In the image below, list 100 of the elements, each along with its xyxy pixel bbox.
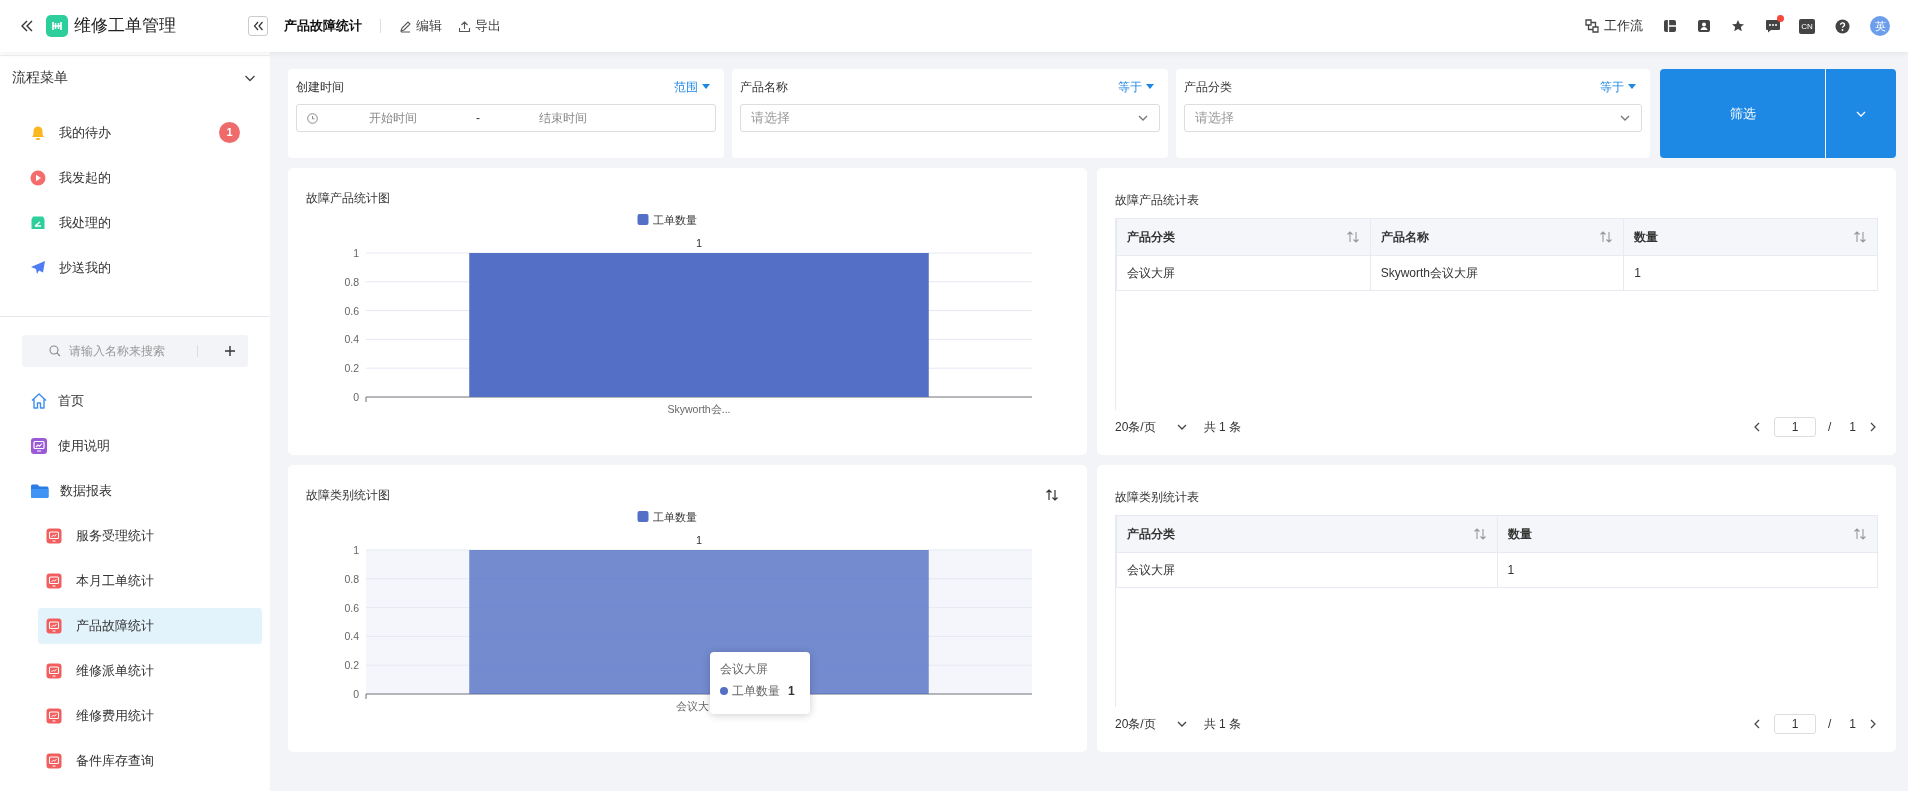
table-title: 故障类别统计表 bbox=[1115, 490, 1199, 504]
bell-icon bbox=[30, 124, 46, 141]
layout-icon bbox=[1663, 19, 1677, 33]
range-separator: - bbox=[475, 110, 481, 127]
legend-dot-icon bbox=[720, 687, 728, 695]
table-cell: 会议大屏 bbox=[1116, 552, 1497, 588]
column-header[interactable]: 产品名称 bbox=[1380, 228, 1429, 246]
axis-tick-label: 1 bbox=[353, 247, 359, 259]
axis-tick-label: 0.4 bbox=[344, 630, 359, 643]
caret-down-icon bbox=[1146, 84, 1154, 90]
message-icon bbox=[1765, 19, 1781, 33]
sort-toggle-button[interactable] bbox=[1045, 487, 1059, 502]
process-menu-title: 流程菜单 bbox=[12, 68, 68, 87]
collapse-sidebar-button[interactable] bbox=[248, 16, 268, 36]
nav-item[interactable]: 维修派单统计 bbox=[38, 652, 262, 689]
star-icon bbox=[1731, 19, 1745, 33]
menu-item[interactable]: 我处理的 bbox=[30, 200, 240, 245]
chart-title: 故障产品统计图 bbox=[306, 189, 390, 207]
filter-label: 产品名称 bbox=[740, 79, 788, 96]
nav-item[interactable]: 本月工单统计 bbox=[38, 562, 262, 599]
caret-down-icon bbox=[1628, 84, 1636, 90]
column-header[interactable]: 数量 bbox=[1507, 525, 1532, 543]
axis-tick-label: 0.8 bbox=[344, 275, 359, 288]
axis-tick-label: 0.6 bbox=[344, 601, 359, 614]
page-input[interactable]: 1 bbox=[1773, 417, 1816, 437]
help-icon bbox=[1835, 18, 1850, 34]
search-input[interactable]: 请输入名称来搜索 bbox=[69, 342, 189, 360]
double-chevron-left-icon bbox=[20, 20, 34, 32]
app-title: 维修工单管理 bbox=[74, 15, 176, 38]
table-cell: 会议大屏 bbox=[1116, 255, 1371, 291]
operator-dropdown[interactable]: 等于 bbox=[1118, 78, 1154, 96]
tooltip-title: 会议大屏 bbox=[720, 661, 769, 678]
tooltip-series: 工单数量 bbox=[732, 683, 780, 700]
menu-item[interactable]: 我的待办 1 bbox=[30, 110, 240, 155]
nav-item[interactable]: 首页 bbox=[0, 378, 240, 423]
axis-tick-label: 0.2 bbox=[344, 659, 359, 672]
column-header[interactable]: 产品分类 bbox=[1127, 228, 1175, 246]
nav-item[interactable]: 使用说明 bbox=[0, 423, 240, 468]
nav-item[interactable]: 备件库存查询 bbox=[38, 742, 262, 779]
page-size-select[interactable]: 20条/页 bbox=[1115, 418, 1194, 436]
monitor-chart-icon bbox=[46, 662, 62, 679]
next-page-button[interactable] bbox=[1868, 422, 1878, 432]
axis-tick-label: 0.6 bbox=[344, 304, 359, 317]
play-icon bbox=[30, 169, 46, 186]
double-chevron-left-icon bbox=[252, 21, 264, 31]
column-header[interactable]: 产品分类 bbox=[1127, 525, 1175, 543]
next-page-button[interactable] bbox=[1868, 719, 1878, 729]
edit-button[interactable]: 编辑 bbox=[399, 16, 442, 36]
filter-label: 产品分类 bbox=[1184, 79, 1232, 96]
axis-tick-label: 0.8 bbox=[344, 572, 359, 585]
page-input[interactable]: 1 bbox=[1773, 714, 1816, 734]
axis-tick-label: 0 bbox=[353, 688, 359, 700]
workflow-icon bbox=[1585, 19, 1599, 33]
search-icon bbox=[49, 345, 61, 357]
date-range-field[interactable]: 开始时间 - 结束时间 bbox=[296, 104, 716, 132]
search-field[interactable]: 请输入名称来搜索 bbox=[22, 335, 248, 367]
operator-dropdown[interactable]: 范围 bbox=[674, 78, 710, 96]
page-count: 1 bbox=[1849, 716, 1856, 733]
sort-icon bbox=[1599, 230, 1614, 244]
pencil-icon bbox=[399, 19, 412, 33]
page-count: 1 bbox=[1849, 419, 1856, 436]
column-header[interactable]: 数量 bbox=[1634, 228, 1659, 246]
filter-button[interactable]: 筛选 bbox=[1660, 69, 1825, 158]
axis-tick-label: 1 bbox=[353, 544, 359, 556]
chevron-right-icon bbox=[1868, 719, 1878, 729]
nav-item[interactable]: 维修费用统计 bbox=[38, 697, 262, 734]
count-badge: 1 bbox=[219, 122, 240, 143]
sort-icon bbox=[1045, 487, 1059, 502]
table-cell: 1 bbox=[1497, 552, 1878, 588]
monitor-chart-icon bbox=[46, 707, 62, 724]
upload-icon bbox=[458, 19, 471, 33]
paper-plane-icon bbox=[30, 259, 46, 276]
end-time-placeholder: 结束时间 bbox=[538, 110, 588, 127]
tray-icon bbox=[30, 214, 46, 231]
table-cell: Skyworth会议大屏 bbox=[1370, 255, 1624, 291]
chart-legend[interactable]: 工单数量 bbox=[637, 213, 697, 226]
nav-item[interactable]: 服务受理统计 bbox=[38, 517, 262, 554]
caret-down-icon bbox=[702, 84, 710, 90]
monitor-chart-icon bbox=[46, 752, 62, 769]
clock-icon bbox=[307, 112, 318, 124]
nav-item[interactable]: 数据报表 bbox=[0, 468, 240, 513]
page-size-select[interactable]: 20条/页 bbox=[1115, 715, 1194, 733]
export-button[interactable]: 导出 bbox=[458, 16, 501, 36]
workflow-button[interactable]: 工作流 bbox=[1585, 16, 1643, 36]
filter-label: 创建时间 bbox=[296, 79, 344, 96]
nav-item[interactable]: 产品故障统计 bbox=[38, 607, 262, 644]
home-icon bbox=[30, 391, 48, 410]
menu-item[interactable]: 抄送我的 bbox=[30, 245, 240, 290]
sort-icon bbox=[1472, 527, 1487, 541]
table-cell: 1 bbox=[1623, 255, 1878, 291]
menu-item[interactable]: 我发起的 bbox=[30, 155, 240, 200]
axis-category-label: Skyworth会... bbox=[667, 403, 731, 415]
data-label: 1 bbox=[695, 237, 703, 249]
page-title: 产品故障统计 bbox=[284, 17, 362, 36]
plus-icon bbox=[224, 345, 236, 357]
chart-legend[interactable]: 工单数量 bbox=[637, 510, 697, 523]
operator-dropdown[interactable]: 等于 bbox=[1600, 78, 1636, 96]
language-button[interactable]: CN bbox=[1799, 18, 1815, 34]
start-time-placeholder: 开始时间 bbox=[368, 110, 418, 127]
sort-icon bbox=[1345, 230, 1360, 244]
